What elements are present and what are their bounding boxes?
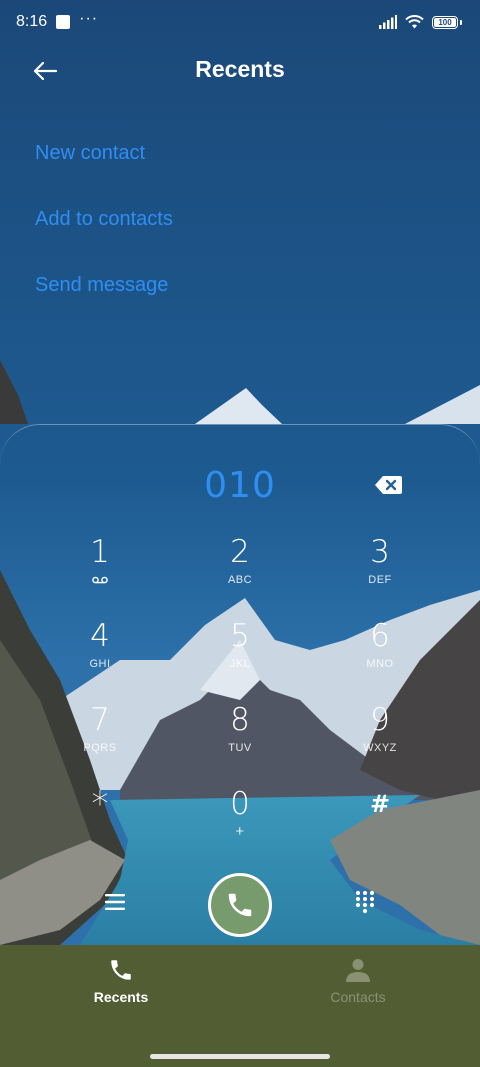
status-right: 100 bbox=[379, 15, 462, 29]
battery-level: 100 bbox=[438, 17, 452, 27]
key-4[interactable]: 4 GHI bbox=[50, 617, 150, 689]
key-digit: 4 bbox=[90, 618, 110, 654]
key-star[interactable]: * bbox=[50, 785, 150, 857]
key-digit: 7 bbox=[90, 702, 110, 738]
tab-label: Contacts bbox=[330, 989, 386, 1005]
key-0[interactable]: 0 + bbox=[190, 785, 290, 857]
call-button[interactable] bbox=[208, 873, 272, 937]
key-digit: 9 bbox=[370, 702, 390, 738]
clock: 8:16 bbox=[16, 13, 48, 30]
add-to-contacts-link[interactable]: Add to contacts bbox=[35, 202, 173, 268]
more-notifications-icon: ··· bbox=[79, 10, 99, 27]
phone-icon bbox=[228, 893, 252, 917]
voicemail-icon bbox=[92, 576, 108, 584]
key-digit: # bbox=[369, 790, 391, 818]
key-digit: 8 bbox=[230, 702, 250, 738]
key-digit: 0 bbox=[230, 786, 250, 822]
menu-icon bbox=[105, 894, 125, 910]
key-digit: 2 bbox=[230, 534, 250, 570]
wifi-icon bbox=[405, 15, 424, 29]
new-contact-link[interactable]: New contact bbox=[35, 136, 173, 202]
key-9[interactable]: 9 WXYZ bbox=[330, 701, 430, 773]
dialpad-icon bbox=[355, 890, 375, 914]
home-indicator[interactable] bbox=[150, 1054, 330, 1059]
key-letters: PQRS bbox=[83, 742, 117, 754]
page-title: Recents bbox=[195, 56, 285, 82]
key-letters: GHI bbox=[89, 658, 111, 670]
send-message-link[interactable]: Send message bbox=[35, 268, 173, 334]
tab-contacts[interactable]: Contacts bbox=[298, 955, 418, 1007]
key-hash[interactable]: # bbox=[330, 785, 430, 857]
actions-list: New contact Add to contacts Send message bbox=[35, 136, 173, 334]
status-left: 8:16 ··· bbox=[16, 10, 99, 31]
dialed-number: 010 bbox=[204, 465, 276, 506]
backspace-button[interactable] bbox=[374, 473, 404, 497]
tab-label: Recents bbox=[93, 989, 149, 1005]
key-2[interactable]: 2 ABC bbox=[190, 533, 290, 605]
key-letters: + bbox=[235, 823, 245, 840]
person-icon bbox=[346, 959, 370, 982]
key-digit: 6 bbox=[370, 618, 390, 654]
key-letters: WXYZ bbox=[363, 742, 397, 754]
key-digit: 3 bbox=[370, 534, 390, 570]
signal-icon bbox=[379, 15, 397, 29]
key-letters: DEF bbox=[368, 574, 392, 586]
key-digit: * bbox=[91, 784, 109, 824]
header: Recents bbox=[0, 44, 480, 98]
bottom-nav: Recents Contacts bbox=[0, 945, 480, 1067]
key-letters: TUV bbox=[228, 742, 252, 754]
tab-recents[interactable]: Recents bbox=[61, 955, 181, 1007]
backspace-icon bbox=[375, 476, 402, 494]
key-6[interactable]: 6 MNO bbox=[330, 617, 430, 689]
key-letters: JKL bbox=[229, 658, 251, 670]
phone-icon bbox=[111, 960, 131, 980]
key-1[interactable]: 1 bbox=[50, 533, 150, 605]
dialpad-toggle-button[interactable] bbox=[352, 889, 378, 915]
battery-icon: 100 bbox=[432, 15, 458, 29]
key-digit: 5 bbox=[230, 618, 250, 654]
dialer-panel: 010 1 2 ABC 3 DEF 4 GHI 5 JKL 6 MNO 7 PQ… bbox=[0, 424, 480, 948]
battery-cap bbox=[460, 19, 462, 25]
status-bar: 8:16 ··· 100 bbox=[0, 0, 480, 44]
key-letters: ABC bbox=[227, 574, 253, 586]
menu-button[interactable] bbox=[102, 889, 128, 915]
key-3[interactable]: 3 DEF bbox=[330, 533, 430, 605]
key-8[interactable]: 8 TUV bbox=[190, 701, 290, 773]
key-digit: 1 bbox=[90, 534, 110, 570]
notification-icon bbox=[56, 15, 71, 29]
key-letters: MNO bbox=[366, 658, 394, 670]
key-7[interactable]: 7 PQRS bbox=[50, 701, 150, 773]
key-5[interactable]: 5 JKL bbox=[190, 617, 290, 689]
